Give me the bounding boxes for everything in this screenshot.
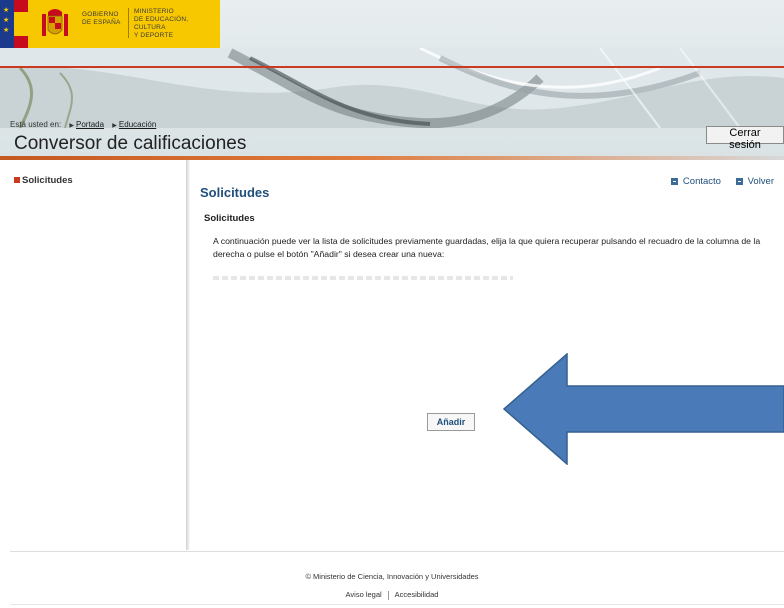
back-square-icon: [735, 177, 743, 185]
back-link[interactable]: Volver: [735, 176, 774, 187]
top-links: Contacto Volver: [659, 176, 774, 187]
footer-bottom-line: [10, 604, 784, 605]
contact-square-icon: [670, 177, 678, 185]
sidebar-item-label: Solicitudes: [22, 175, 73, 186]
header-red-line: [0, 66, 784, 68]
accessibility-link[interactable]: Accesibilidad: [395, 590, 439, 599]
callout-arrow: [503, 353, 784, 465]
callout-label: Añadir solicitud: [650, 431, 752, 448]
main-content: Solicitudes Contacto Volver Solicitudes …: [190, 160, 784, 550]
breadcrumb-link-portada[interactable]: Portada: [76, 120, 104, 129]
header-banner-art: [0, 48, 784, 128]
contact-link[interactable]: Contacto: [670, 176, 721, 187]
breadcrumb-arrow-icon: ▶: [69, 123, 75, 129]
breadcrumb: Está usted en: ▶ Portada ▶ Educación: [10, 120, 156, 129]
logout-button[interactable]: Cerrar sesión: [706, 126, 784, 151]
sidebar-item-solicitudes[interactable]: Solicitudes: [14, 175, 73, 186]
sidebar-bullet-icon: [14, 177, 20, 184]
footer-links: Aviso legal Accesibilidad: [0, 590, 784, 600]
faded-text-line: [213, 276, 513, 280]
government-name: GOBIERNO DE ESPAÑA: [82, 11, 121, 26]
spain-flag-icon: [14, 0, 28, 48]
page-title: Solicitudes: [200, 185, 270, 200]
site-header: ★ ★ ★ GOBIERNO DE ESPAÑA MINISTERIO DE EDU…: [0, 0, 784, 160]
legal-notice-link[interactable]: Aviso legal: [346, 590, 382, 599]
sidebar: Solicitudes: [0, 160, 186, 550]
breadcrumb-prefix: Está usted en:: [10, 120, 62, 129]
section-title: Solicitudes: [204, 213, 255, 224]
breadcrumb-arrow-icon: ▶: [112, 123, 117, 129]
add-button[interactable]: Añadir: [427, 413, 475, 431]
app-title: Conversor de calificaciones: [14, 133, 247, 154]
government-logo: ★ ★ ★ GOBIERNO DE ESPAÑA MINISTERIO DE EDU…: [0, 0, 220, 48]
footer-separator: [387, 590, 389, 600]
logo-divider: [128, 8, 129, 38]
eu-flag-icon: ★ ★ ★: [0, 0, 14, 48]
coat-of-arms-icon: [42, 9, 68, 36]
ministry-name: MINISTERIO DE EDUCACIÓN, CULTURA Y DEPOR…: [134, 8, 189, 39]
footer-divider: [10, 551, 784, 552]
footer-copyright: © Ministerio de Ciencia, Innovación y Un…: [305, 572, 479, 581]
instructions-text: A continuación puede ver la lista de sol…: [213, 236, 761, 259]
breadcrumb-link-educacion[interactable]: Educación: [119, 120, 156, 129]
